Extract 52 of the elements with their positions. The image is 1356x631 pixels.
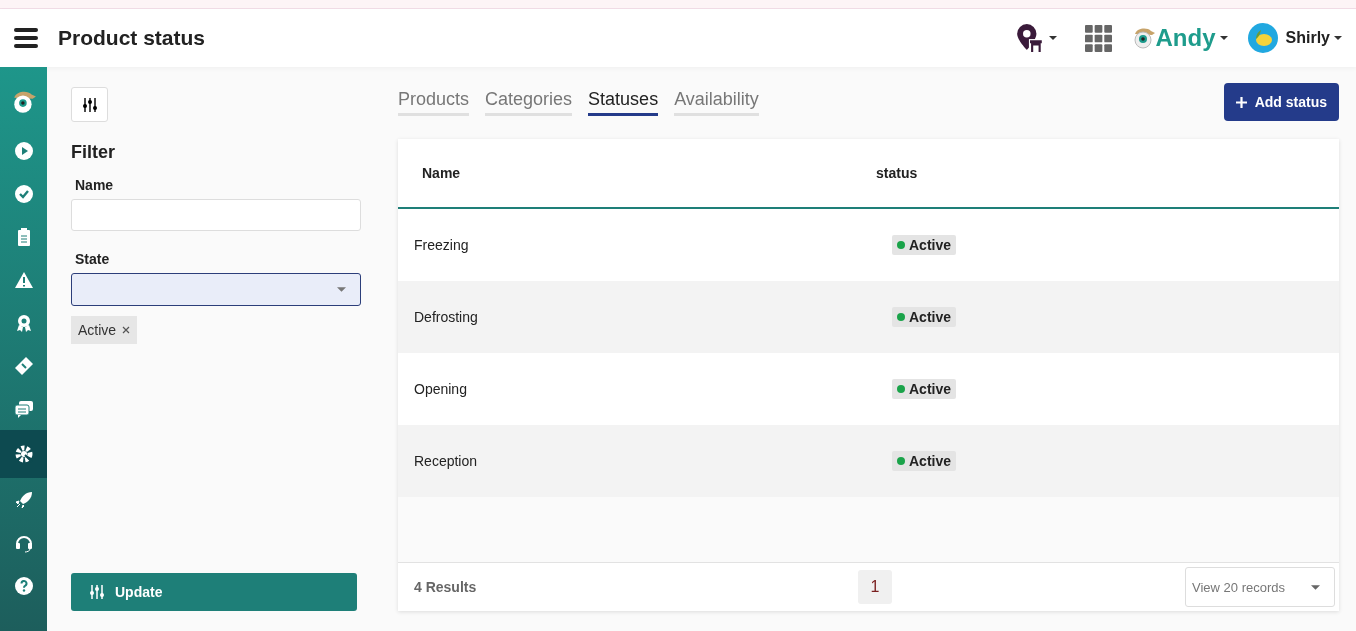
column-header: status xyxy=(876,165,918,181)
chat-icon xyxy=(13,398,34,419)
eye-logo-icon xyxy=(1131,26,1156,50)
page-size-dropdown[interactable]: View 20 records xyxy=(1185,567,1335,607)
apps-grid-icon[interactable] xyxy=(1084,24,1112,52)
user-name: Shirly xyxy=(1285,29,1330,47)
name-input-field[interactable] xyxy=(71,199,361,231)
caret-icon xyxy=(1219,36,1228,40)
location-pin-icon xyxy=(1014,23,1045,53)
status-badge: Active xyxy=(892,307,957,327)
update-button[interactable]: Update xyxy=(71,573,357,611)
column-header: Name xyxy=(421,165,462,181)
brand-name: Andy xyxy=(1155,24,1216,52)
table-cell-text: Opening xyxy=(413,381,468,397)
brand-menu[interactable]: Andy xyxy=(1131,24,1228,52)
add-status-button[interactable]: Add status xyxy=(1223,83,1339,121)
tab[interactable]: Categories xyxy=(485,83,573,116)
avatar xyxy=(1247,23,1278,53)
sidebar-item[interactable] xyxy=(0,430,47,478)
tab[interactable]: Statuses xyxy=(588,83,659,116)
user-menu[interactable]: Shirly xyxy=(1247,23,1342,53)
close-icon[interactable] xyxy=(122,326,131,334)
field-label: State xyxy=(75,251,111,267)
status-badge: Active xyxy=(892,235,957,255)
tab[interactable]: Availability xyxy=(674,83,759,116)
sliders-icon xyxy=(89,584,105,600)
state-dropdown[interactable] xyxy=(71,273,361,306)
table-cell-text: Reception xyxy=(413,453,479,469)
sliders-icon xyxy=(81,96,98,113)
status-badge: Active xyxy=(892,379,957,399)
filter-settings-button[interactable] xyxy=(71,87,108,122)
chip-label: Active xyxy=(78,322,117,338)
caret-icon xyxy=(1048,36,1057,40)
table-cell-text: Defrosting xyxy=(413,309,479,325)
help-icon xyxy=(13,575,34,596)
plus-icon xyxy=(1235,96,1247,108)
caret-icon xyxy=(337,287,346,292)
caret-icon xyxy=(1311,584,1320,590)
ticket-icon xyxy=(13,355,34,376)
tab[interactable]: Products xyxy=(398,83,470,116)
caret-icon xyxy=(1334,36,1342,40)
results-count: 4 Results xyxy=(414,579,478,595)
filter-heading: Filter xyxy=(71,142,116,163)
status-badge: Active xyxy=(892,451,957,471)
field-label: Name xyxy=(75,177,115,193)
table-cell-text: Freezing xyxy=(413,237,470,253)
page-button[interactable]: 1 xyxy=(858,570,892,604)
page-title: Product status xyxy=(58,26,206,50)
location-store-button[interactable] xyxy=(1014,23,1057,53)
play-icon xyxy=(13,140,34,161)
menu-icon[interactable] xyxy=(14,28,38,48)
check-icon xyxy=(13,183,34,204)
